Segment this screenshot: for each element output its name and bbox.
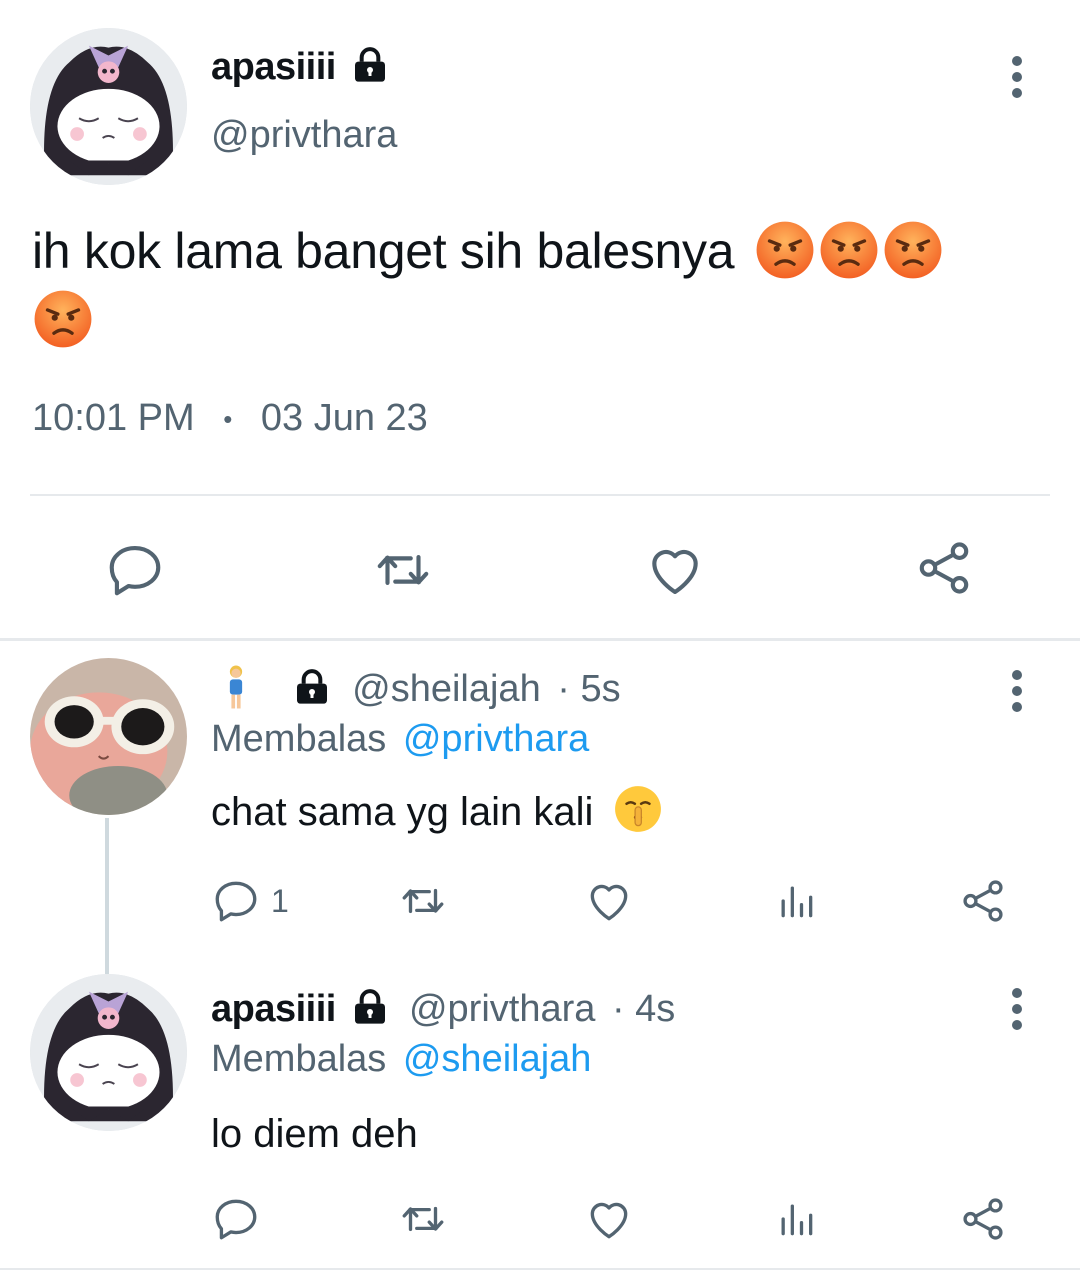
heart-icon [644, 539, 706, 601]
more-options-icon[interactable] [1011, 56, 1023, 104]
lock-icon [350, 45, 390, 85]
share-button[interactable] [958, 1194, 1008, 1244]
divider [30, 494, 1050, 496]
retweet-button[interactable] [370, 539, 436, 601]
tweet-text-body: ih kok lama banget sih balesnya [32, 223, 735, 279]
mention-link[interactable]: @privthara [403, 718, 589, 760]
views-button[interactable] [774, 878, 818, 924]
more-options-icon[interactable] [1011, 988, 1023, 1036]
stats-icon [774, 1196, 818, 1242]
avatar[interactable] [30, 974, 187, 1131]
reply-button[interactable] [211, 1194, 261, 1244]
reply-header[interactable]: apasiiii @privthara · 4s [211, 988, 675, 1031]
lock-icon [350, 987, 390, 1027]
replying-label: Membalas [211, 1038, 387, 1080]
angry-face-icon [818, 219, 880, 281]
timestamp: · 5s [557, 668, 621, 710]
reply-count: 1 [271, 882, 289, 919]
reply-icon [211, 876, 261, 926]
like-button[interactable] [584, 876, 634, 926]
thread-line [105, 818, 109, 974]
avatar[interactable] [30, 658, 187, 815]
stats-icon [774, 878, 818, 924]
angry-face-icon [754, 219, 816, 281]
woman-standing-icon [229, 665, 243, 709]
mention-link[interactable]: @sheilajah [403, 1038, 592, 1080]
more-options-icon[interactable] [1011, 670, 1023, 718]
retweet-icon [370, 539, 436, 601]
like-button[interactable] [584, 1194, 634, 1244]
retweet-icon [396, 876, 450, 926]
angry-face-icon [882, 219, 944, 281]
date: 03 Jun 23 [260, 397, 428, 439]
retweet-button[interactable] [396, 876, 450, 926]
share-icon [913, 537, 975, 599]
reply-icon [211, 1194, 261, 1244]
section-separator [0, 1268, 1080, 1270]
reply-text: chat sama yg lain kali [211, 786, 663, 835]
share-icon [958, 876, 1008, 926]
display-name: apasiiii [211, 988, 336, 1030]
share-button[interactable] [913, 537, 975, 599]
reply-button[interactable] [104, 539, 166, 601]
retweet-button[interactable] [396, 1194, 450, 1244]
share-icon [958, 1194, 1008, 1244]
share-button[interactable] [958, 876, 1008, 926]
views-button[interactable] [774, 1196, 818, 1242]
reply-icon [104, 539, 166, 601]
timestamp[interactable]: 10:01 PM • 03 Jun 23 [32, 397, 428, 440]
avatar[interactable] [30, 28, 187, 185]
time: 10:01 PM [32, 397, 195, 439]
section-separator [0, 638, 1080, 641]
shushing-face-icon [614, 786, 661, 833]
handle[interactable]: @privthara [211, 114, 397, 157]
replying-to: Membalas @privthara [211, 718, 589, 761]
tweet-text: ih kok lama banget sih balesnya [32, 218, 1052, 350]
like-button[interactable] [644, 539, 706, 601]
timestamp: · 4s [611, 988, 676, 1030]
handle: @sheilajah [352, 668, 541, 710]
retweet-icon [396, 1194, 450, 1244]
separator-dot: • [223, 404, 233, 435]
heart-icon [584, 876, 634, 926]
reply-text-body: chat sama yg lain kali [211, 790, 594, 834]
handle: @privthara [408, 988, 596, 1030]
lock-icon [292, 667, 332, 707]
reply-text: lo diem deh [211, 1112, 418, 1156]
display-name-text: apasiiii [211, 46, 336, 88]
reply-button[interactable]: 1 [211, 876, 289, 926]
heart-icon [584, 1194, 634, 1244]
replying-to: Membalas @sheilajah [211, 1038, 591, 1081]
angry-face-icon [32, 288, 94, 350]
reply-header[interactable]: @sheilajah · 5s [211, 665, 621, 711]
replying-label: Membalas [211, 718, 387, 760]
display-name[interactable]: apasiiii [211, 46, 390, 89]
